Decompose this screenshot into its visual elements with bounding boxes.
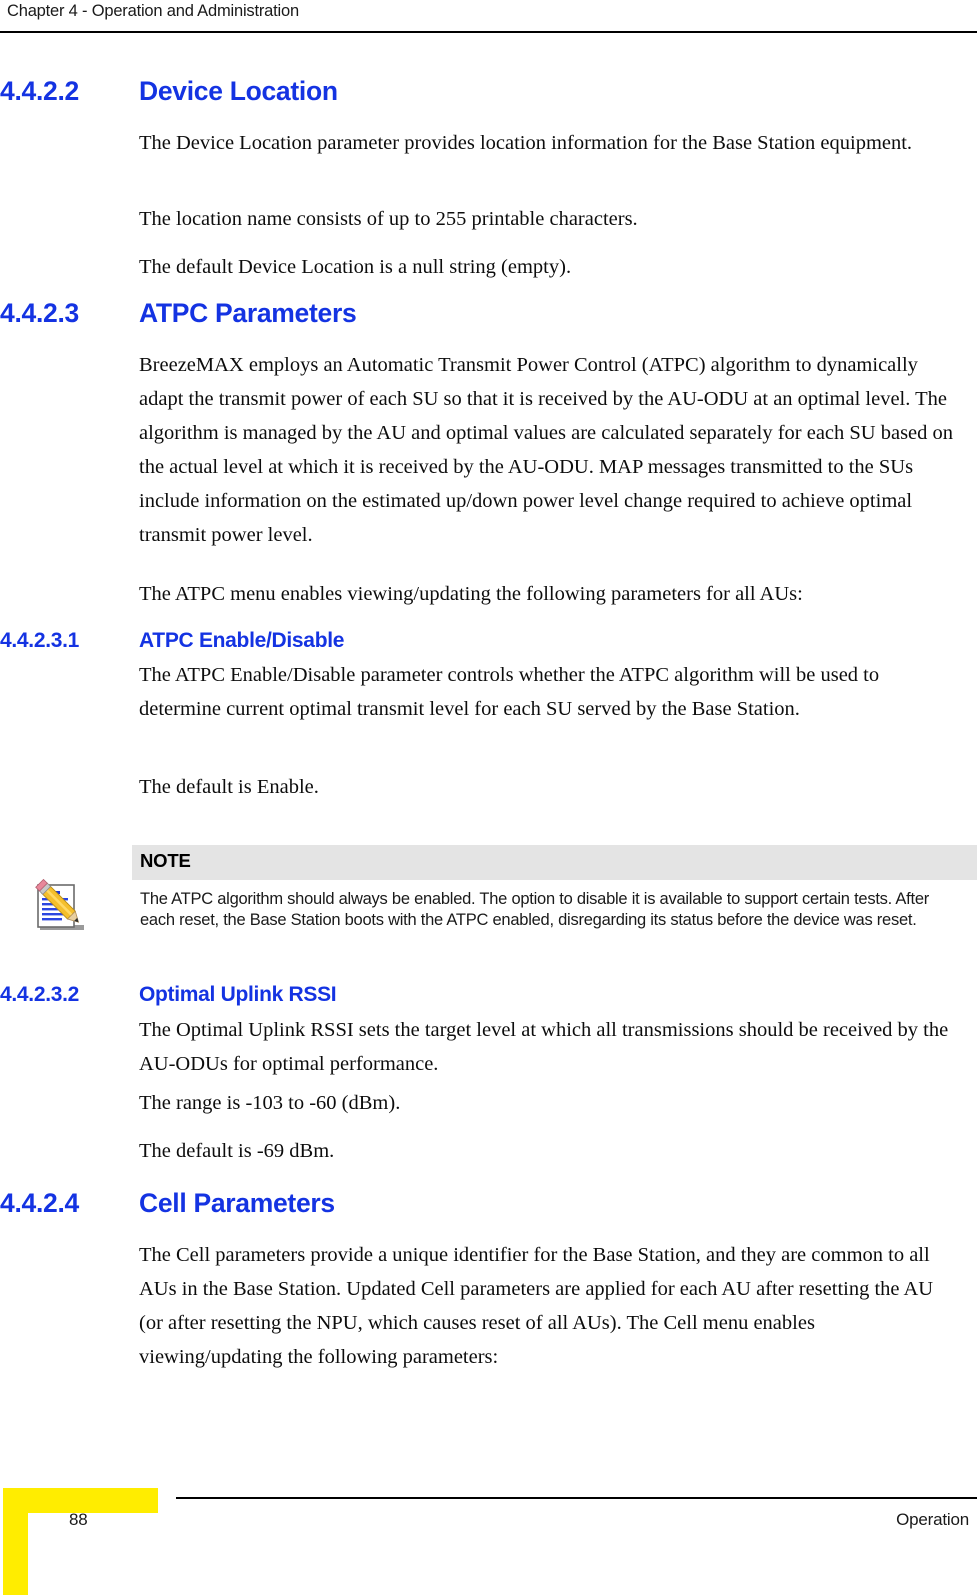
footer-corner-graphic xyxy=(3,1488,158,1595)
footer-corner-vertical-bar xyxy=(3,1488,28,1595)
heading-number: 4.4.2.4 xyxy=(0,1188,79,1218)
paragraph-atpc-menu: The ATPC menu enables viewing/updating t… xyxy=(139,583,803,605)
paragraph-atpc-enable-desc: The ATPC Enable/Disable parameter contro… xyxy=(139,664,880,720)
footer-divider-rule xyxy=(176,1497,977,1499)
heading-title: Cell Parameters xyxy=(139,1188,335,1218)
note-label: NOTE xyxy=(140,850,191,871)
page-footer: 88 Operation xyxy=(0,1484,977,1595)
heading-title: Optimal Uplink RSSI xyxy=(139,983,337,1006)
paragraph-rssi-range: The range is -103 to -60 (dBm). xyxy=(139,1092,401,1114)
heading-title: Device Location xyxy=(139,76,338,106)
heading-number: 4.4.2.3.1 xyxy=(0,629,80,652)
paragraph-rssi-default: The default is -69 dBm. xyxy=(139,1140,335,1162)
footer-page-number: 88 xyxy=(69,1510,88,1529)
heading-title: ATPC Enable/Disable xyxy=(139,629,345,652)
paragraph-rssi-desc: The Optimal Uplink RSSI sets the target … xyxy=(139,1019,949,1075)
paragraph-device-location-intro: The Device Location parameter provides l… xyxy=(139,132,913,154)
heading-title: ATPC Parameters xyxy=(139,298,357,328)
heading-number: 4.4.2.3 xyxy=(0,298,79,328)
paragraph-atpc-overview: BreezeMAX employs an Automatic Transmit … xyxy=(139,354,954,546)
heading-number: 4.4.2.3.2 xyxy=(0,983,80,1006)
paragraph-cell-parameters-desc: The Cell parameters provide a unique ide… xyxy=(139,1244,934,1368)
footer-section-name: Operation xyxy=(896,1510,969,1529)
running-head-text: Chapter 4 - Operation and Administration xyxy=(7,2,299,20)
note-body-text: The ATPC algorithm should always be enab… xyxy=(140,890,930,929)
heading-number: 4.4.2.2 xyxy=(0,76,79,106)
paragraph-atpc-enable-default: The default is Enable. xyxy=(139,776,319,798)
page-running-header: Chapter 4 - Operation and Administration xyxy=(0,0,977,34)
paragraph-device-location-length: The location name consists of up to 255 … xyxy=(139,208,638,230)
paragraph-device-location-default: The default Device Location is a null st… xyxy=(139,256,572,278)
header-divider-rule xyxy=(0,31,977,33)
notepad-pencil-icon xyxy=(30,877,92,939)
note-banner: NOTE xyxy=(132,845,977,880)
